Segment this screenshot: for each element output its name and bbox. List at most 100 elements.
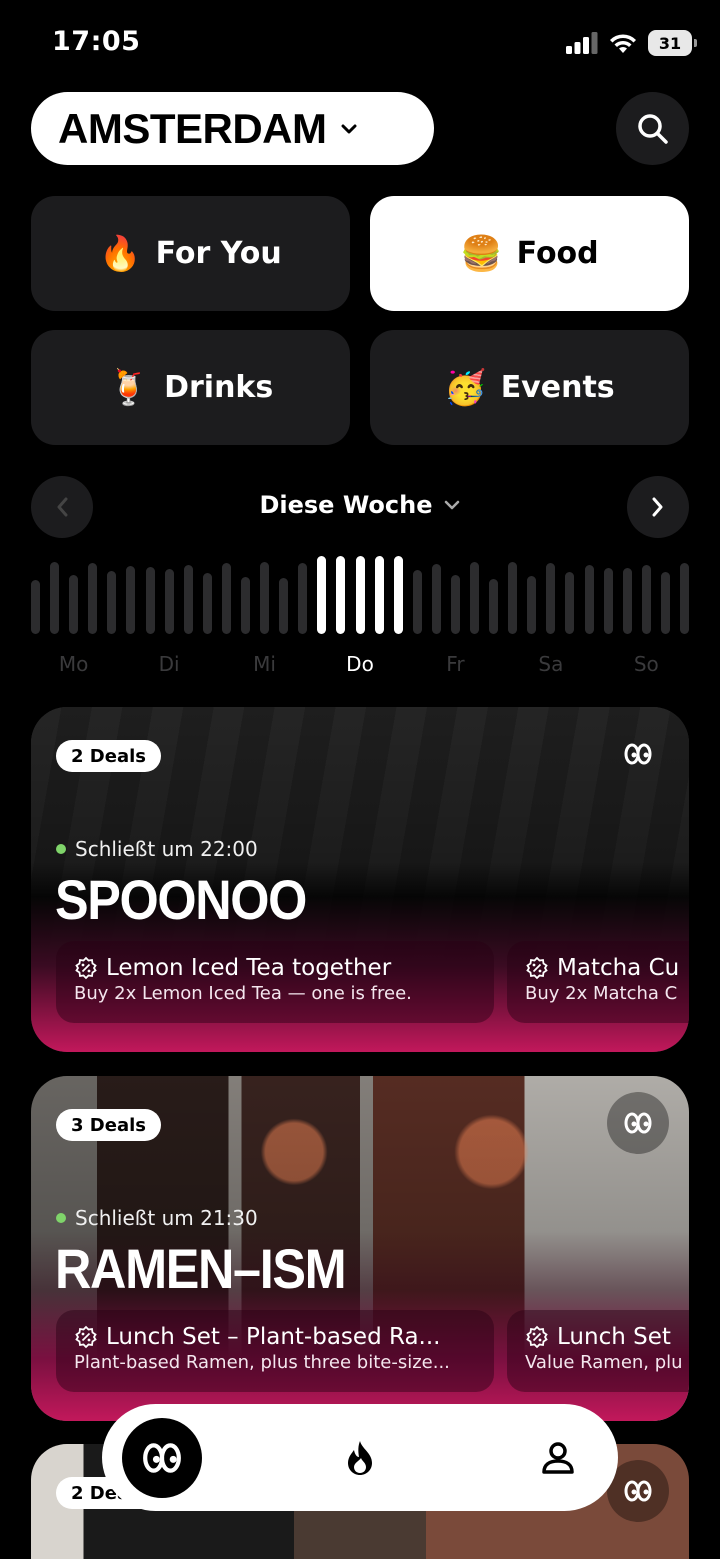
timeline-bar (317, 556, 327, 634)
timeline-bar (450, 574, 460, 634)
day-labels: Mo Di Mi Do Fr Sa So (31, 652, 689, 682)
deal-tile[interactable]: Lunch Set Value Ramen, plu (507, 1310, 689, 1392)
timeline-bar (355, 556, 365, 634)
timeline-bar (221, 562, 231, 634)
venue-name: SPOONOO (55, 868, 307, 931)
burger-icon: 🍔 (460, 233, 503, 274)
timeline-bar (31, 580, 40, 634)
timeline-bar (164, 568, 174, 634)
deals-badge: 2 Deals (56, 740, 161, 772)
hours-label: Schließt um 22:00 (75, 837, 258, 861)
timeline-bar (88, 563, 98, 634)
timeline-bar (240, 577, 250, 634)
timeline-bar (279, 578, 289, 634)
timeline-bar (622, 568, 632, 634)
watch-button[interactable] (607, 1092, 669, 1154)
timeline-bar (470, 562, 480, 634)
day-label-fr[interactable]: Fr (446, 652, 464, 676)
timeline-bar (145, 567, 155, 634)
deal-subtitle: Buy 2x Matcha C (525, 983, 678, 1004)
timeline-bar (50, 562, 60, 634)
hours-label: Schließt um 21:30 (75, 1206, 258, 1230)
timeline-bar (202, 572, 212, 634)
wifi-icon (610, 34, 636, 53)
city-name: AMSTERDAM (58, 104, 327, 152)
nav-profile[interactable] (518, 1404, 598, 1511)
watch-button[interactable] (607, 723, 669, 785)
category-events[interactable]: 🥳 Events (370, 330, 689, 445)
signal-icon (566, 32, 598, 54)
week-selector[interactable]: Diese Woche (31, 491, 689, 519)
eyes-icon (624, 1480, 652, 1502)
deal-tile[interactable]: Lunch Set – Plant-based Ra... Plant-base… (56, 1310, 494, 1392)
venue-name: RAMEN–ISM (55, 1237, 347, 1300)
timeline-bar (374, 556, 384, 634)
timeline-bar (489, 579, 499, 634)
category-for-you[interactable]: 🔥 For You (31, 196, 350, 311)
open-status-dot (56, 844, 66, 854)
city-selector[interactable]: AMSTERDAM (31, 92, 434, 165)
status-time: 17:05 (52, 26, 141, 57)
timeline-bar (393, 556, 403, 634)
timeline-bar (69, 575, 79, 634)
next-week-button[interactable] (627, 476, 689, 538)
timeline-bar (546, 563, 556, 634)
timeline-bar (641, 564, 651, 634)
category-drinks[interactable]: 🍹 Drinks (31, 330, 350, 445)
flame-icon (348, 1440, 372, 1475)
discount-badge-icon (526, 956, 548, 980)
party-face-icon: 🥳 (444, 367, 487, 408)
day-label-sa[interactable]: Sa (538, 652, 563, 676)
status-bar: 17:05 31 (0, 0, 720, 88)
deal-subtitle: Value Ramen, plu (525, 1352, 683, 1373)
chevron-right-icon (652, 497, 663, 517)
day-label-mi[interactable]: Mi (253, 652, 276, 676)
nav-discover-active-bg (122, 1417, 202, 1498)
timeline-bar (565, 571, 575, 634)
timeline-bar (260, 562, 270, 634)
timeline-bar (431, 563, 441, 634)
deal-title: Lemon Iced Tea together (106, 955, 392, 981)
timeline-bar (412, 570, 422, 634)
opening-hours: Schließt um 21:30 (56, 1206, 258, 1230)
nav-hot[interactable] (320, 1404, 400, 1511)
category-label: Events (500, 370, 615, 405)
category-label: Drinks (164, 370, 274, 405)
timeline-bar (183, 564, 193, 634)
category-food[interactable]: 🍔 Food (370, 196, 689, 311)
deal-tile[interactable]: Matcha Cu Buy 2x Matcha C (507, 941, 689, 1023)
timeline-bar (107, 571, 117, 634)
search-button[interactable] (616, 92, 689, 165)
eyes-icon (143, 1442, 181, 1473)
deal-tile[interactable]: Lemon Iced Tea together Buy 2x Lemon Ice… (56, 941, 494, 1023)
day-label-mo[interactable]: Mo (59, 652, 89, 676)
venue-card[interactable]: 2 Deals Schließt um 22:00 SPOONOO Lemon … (31, 707, 689, 1052)
chevron-down-icon (444, 500, 459, 510)
bottom-navigation (102, 1404, 618, 1511)
eyes-icon (624, 743, 652, 765)
week-navigation: Diese Woche (31, 476, 689, 538)
day-label-di[interactable]: Di (159, 652, 180, 676)
deal-title: Matcha Cu (557, 955, 680, 981)
venue-card[interactable]: 3 Deals Schließt um 21:30 RAMEN–ISM Lunc… (31, 1076, 689, 1421)
profile-icon (542, 1441, 574, 1474)
chevron-down-icon (341, 124, 357, 133)
open-status-dot (56, 1213, 66, 1223)
timeline-bar (298, 562, 308, 634)
nav-discover[interactable] (122, 1404, 202, 1511)
deal-title: Lunch Set – Plant-based Ra... (106, 1324, 441, 1350)
day-timeline-bars (31, 556, 689, 634)
timeline-bar (508, 562, 518, 634)
fire-icon: 🔥 (99, 233, 142, 274)
category-label: For You (155, 236, 282, 271)
deal-title: Lunch Set (557, 1324, 671, 1350)
battery-indicator: 31 (648, 30, 697, 56)
day-label-so[interactable]: So (634, 652, 659, 676)
week-label: Diese Woche (259, 491, 433, 519)
day-label-do[interactable]: Do (346, 652, 374, 676)
discount-badge-icon (75, 1325, 97, 1349)
timeline-bar (527, 576, 537, 634)
cocktail-icon: 🍹 (107, 367, 151, 408)
discount-badge-icon (526, 1325, 548, 1349)
timeline-bar (660, 572, 670, 634)
